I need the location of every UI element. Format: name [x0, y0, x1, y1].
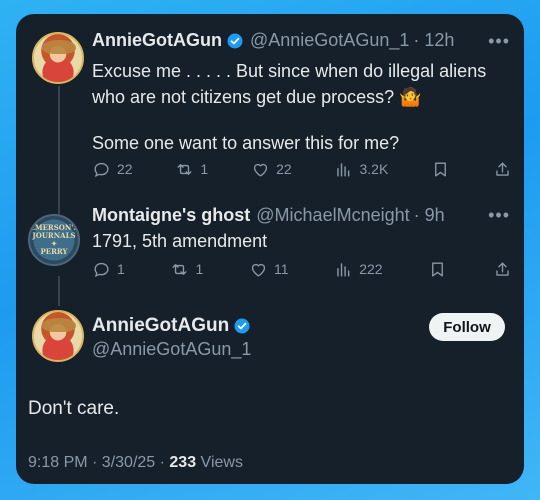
tweet-actions: 1 1 11 222 — [92, 258, 512, 280]
share-button[interactable] — [493, 160, 512, 179]
reply-count: 1 — [117, 261, 125, 277]
tweet-timestamp[interactable]: 9:18 PM · 3/30/25 · — [28, 454, 169, 471]
like-button[interactable]: 22 — [251, 160, 292, 179]
views-count: 233 — [169, 454, 197, 471]
author-name[interactable]: AnnieGotAGun — [92, 315, 229, 337]
shrug-emoji: 🤷 — [399, 87, 422, 107]
author-handle[interactable]: @AnnieGotAGun_1 — [250, 30, 409, 51]
repost-icon — [177, 163, 192, 175]
tweet-text: 1791, 5th amendment — [92, 231, 268, 251]
tweet-text: Excuse me . . . . . But since when do il… — [92, 58, 512, 156]
more-icon[interactable]: ••• — [488, 206, 510, 224]
bookmark-icon — [435, 161, 447, 177]
repost-count: 1 — [200, 161, 209, 177]
tweet-meta: 9:18 PM · 3/30/25 · 233 Views — [28, 450, 243, 476]
reply-button[interactable]: 22 — [92, 160, 133, 179]
repost-button[interactable]: 1 — [170, 260, 203, 279]
main-tweet-text: Don't care. — [28, 398, 120, 419]
share-button[interactable] — [493, 260, 512, 279]
reply-count: 22 — [117, 161, 133, 177]
avatar-art: EMERSON'S JOURNALS ✦ PERRY — [29, 223, 79, 256]
follow-button[interactable]: Follow — [429, 313, 505, 341]
author-name[interactable]: Montaigne's ghost — [92, 205, 250, 226]
reply-button[interactable]: 1 — [92, 260, 125, 279]
views-count: 222 — [359, 261, 383, 277]
bookmark-button[interactable] — [428, 260, 447, 279]
share-icon — [496, 161, 509, 176]
repost-count: 1 — [195, 261, 204, 277]
views-button[interactable]: 222 — [334, 260, 383, 279]
reply-icon — [94, 262, 109, 277]
tweet-header: AnnieGotAGun @AnnieGotAGun_1 · 12h — [92, 30, 454, 51]
main-tweet-header: AnnieGotAGun — [92, 315, 251, 337]
views-label: Views — [196, 454, 243, 471]
tweet-header: Montaigne's ghost @MichaelMcneight · 9h — [92, 205, 445, 226]
thread-line — [58, 86, 60, 216]
tweet-card: AnnieGotAGun @AnnieGotAGun_1 · 12h ••• E… — [16, 14, 524, 484]
bookmark-icon — [432, 261, 444, 277]
tweet-actions: 22 1 22 3.2K — [92, 158, 512, 180]
views-icon — [337, 262, 350, 277]
more-icon[interactable]: ••• — [488, 32, 510, 50]
reply-icon — [94, 162, 109, 177]
views-count: 3.2K — [359, 161, 389, 177]
thread-line — [58, 276, 60, 306]
heart-icon — [253, 163, 268, 177]
like-count: 11 — [273, 261, 289, 277]
repost-button[interactable]: 1 — [175, 160, 208, 179]
tweet-text-line: Some one want to answer this for me? — [92, 133, 400, 153]
verified-badge-icon — [227, 33, 243, 48]
verified-badge-icon — [234, 318, 250, 334]
author-name[interactable]: AnnieGotAGun — [92, 30, 222, 51]
author-handle[interactable]: @MichaelMcneight — [256, 205, 409, 226]
like-count: 22 — [276, 161, 292, 177]
avatar[interactable]: EMERSON'S JOURNALS ✦ PERRY — [28, 214, 80, 266]
share-icon — [496, 261, 509, 276]
like-button[interactable]: 11 — [249, 260, 289, 279]
avatar[interactable] — [32, 310, 84, 362]
tweet-text-segment: who are not citizens get due process? — [92, 87, 395, 107]
avatar[interactable] — [32, 32, 84, 84]
repost-icon — [172, 263, 187, 275]
tweet-text-line: Excuse me . . . . . But since when do il… — [92, 61, 487, 81]
heart-icon — [251, 263, 266, 277]
tweet-time[interactable]: · 12h — [413, 30, 454, 51]
views-button[interactable]: 3.2K — [334, 160, 388, 179]
bookmark-button[interactable] — [431, 160, 450, 179]
author-handle[interactable]: @AnnieGotAGun_1 — [92, 339, 251, 360]
views-icon — [337, 162, 350, 177]
tweet-text-line: who are not citizens get due process? 🤷 — [92, 84, 512, 110]
tweet-time[interactable]: · 9h — [414, 205, 445, 226]
